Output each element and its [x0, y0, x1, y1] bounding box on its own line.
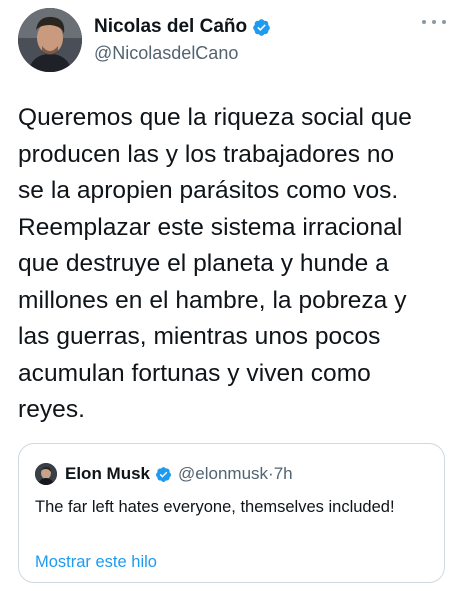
- quoted-author-display-name: Elon Musk: [65, 464, 151, 483]
- tweet: Nicolas del Caño @NicolasdelCano Queremo…: [0, 0, 465, 591]
- more-horizontal-icon[interactable]: [422, 14, 446, 30]
- quoted-author-handle: @elonmusk·7h: [178, 464, 293, 484]
- more-dot: [432, 20, 436, 24]
- display-name-row: Nicolas del Caño: [94, 14, 394, 40]
- show-thread-link[interactable]: Mostrar este hilo: [35, 553, 157, 572]
- more-dot: [442, 20, 446, 24]
- author-avatar[interactable]: [18, 8, 82, 72]
- quoted-tweet-header: Elon Musk @elonmusk·7h: [35, 461, 293, 487]
- quoted-tweet-text: The far left hates everyone, themselves …: [35, 498, 395, 516]
- tweet-header: Nicolas del Caño @NicolasdelCano: [18, 8, 448, 74]
- more-dot: [422, 20, 426, 24]
- quoted-handle-text: @elonmusk: [178, 464, 269, 483]
- author-names: Nicolas del Caño @NicolasdelCano: [94, 14, 394, 64]
- profile-photo: [35, 463, 57, 485]
- profile-photo: [18, 8, 82, 72]
- author-display-name[interactable]: Nicolas del Caño: [94, 16, 247, 38]
- verified-badge-icon: [253, 18, 270, 36]
- quoted-timestamp: 7h: [273, 464, 293, 483]
- tweet-text: Queremos que la riqueza social que produ…: [18, 104, 412, 423]
- quoted-author-avatar: [35, 463, 57, 485]
- quoted-tweet[interactable]: Elon Musk @elonmusk·7h The far left hate…: [18, 443, 445, 583]
- verified-badge-icon: [156, 466, 171, 482]
- author-handle[interactable]: @NicolasdelCano: [94, 43, 394, 64]
